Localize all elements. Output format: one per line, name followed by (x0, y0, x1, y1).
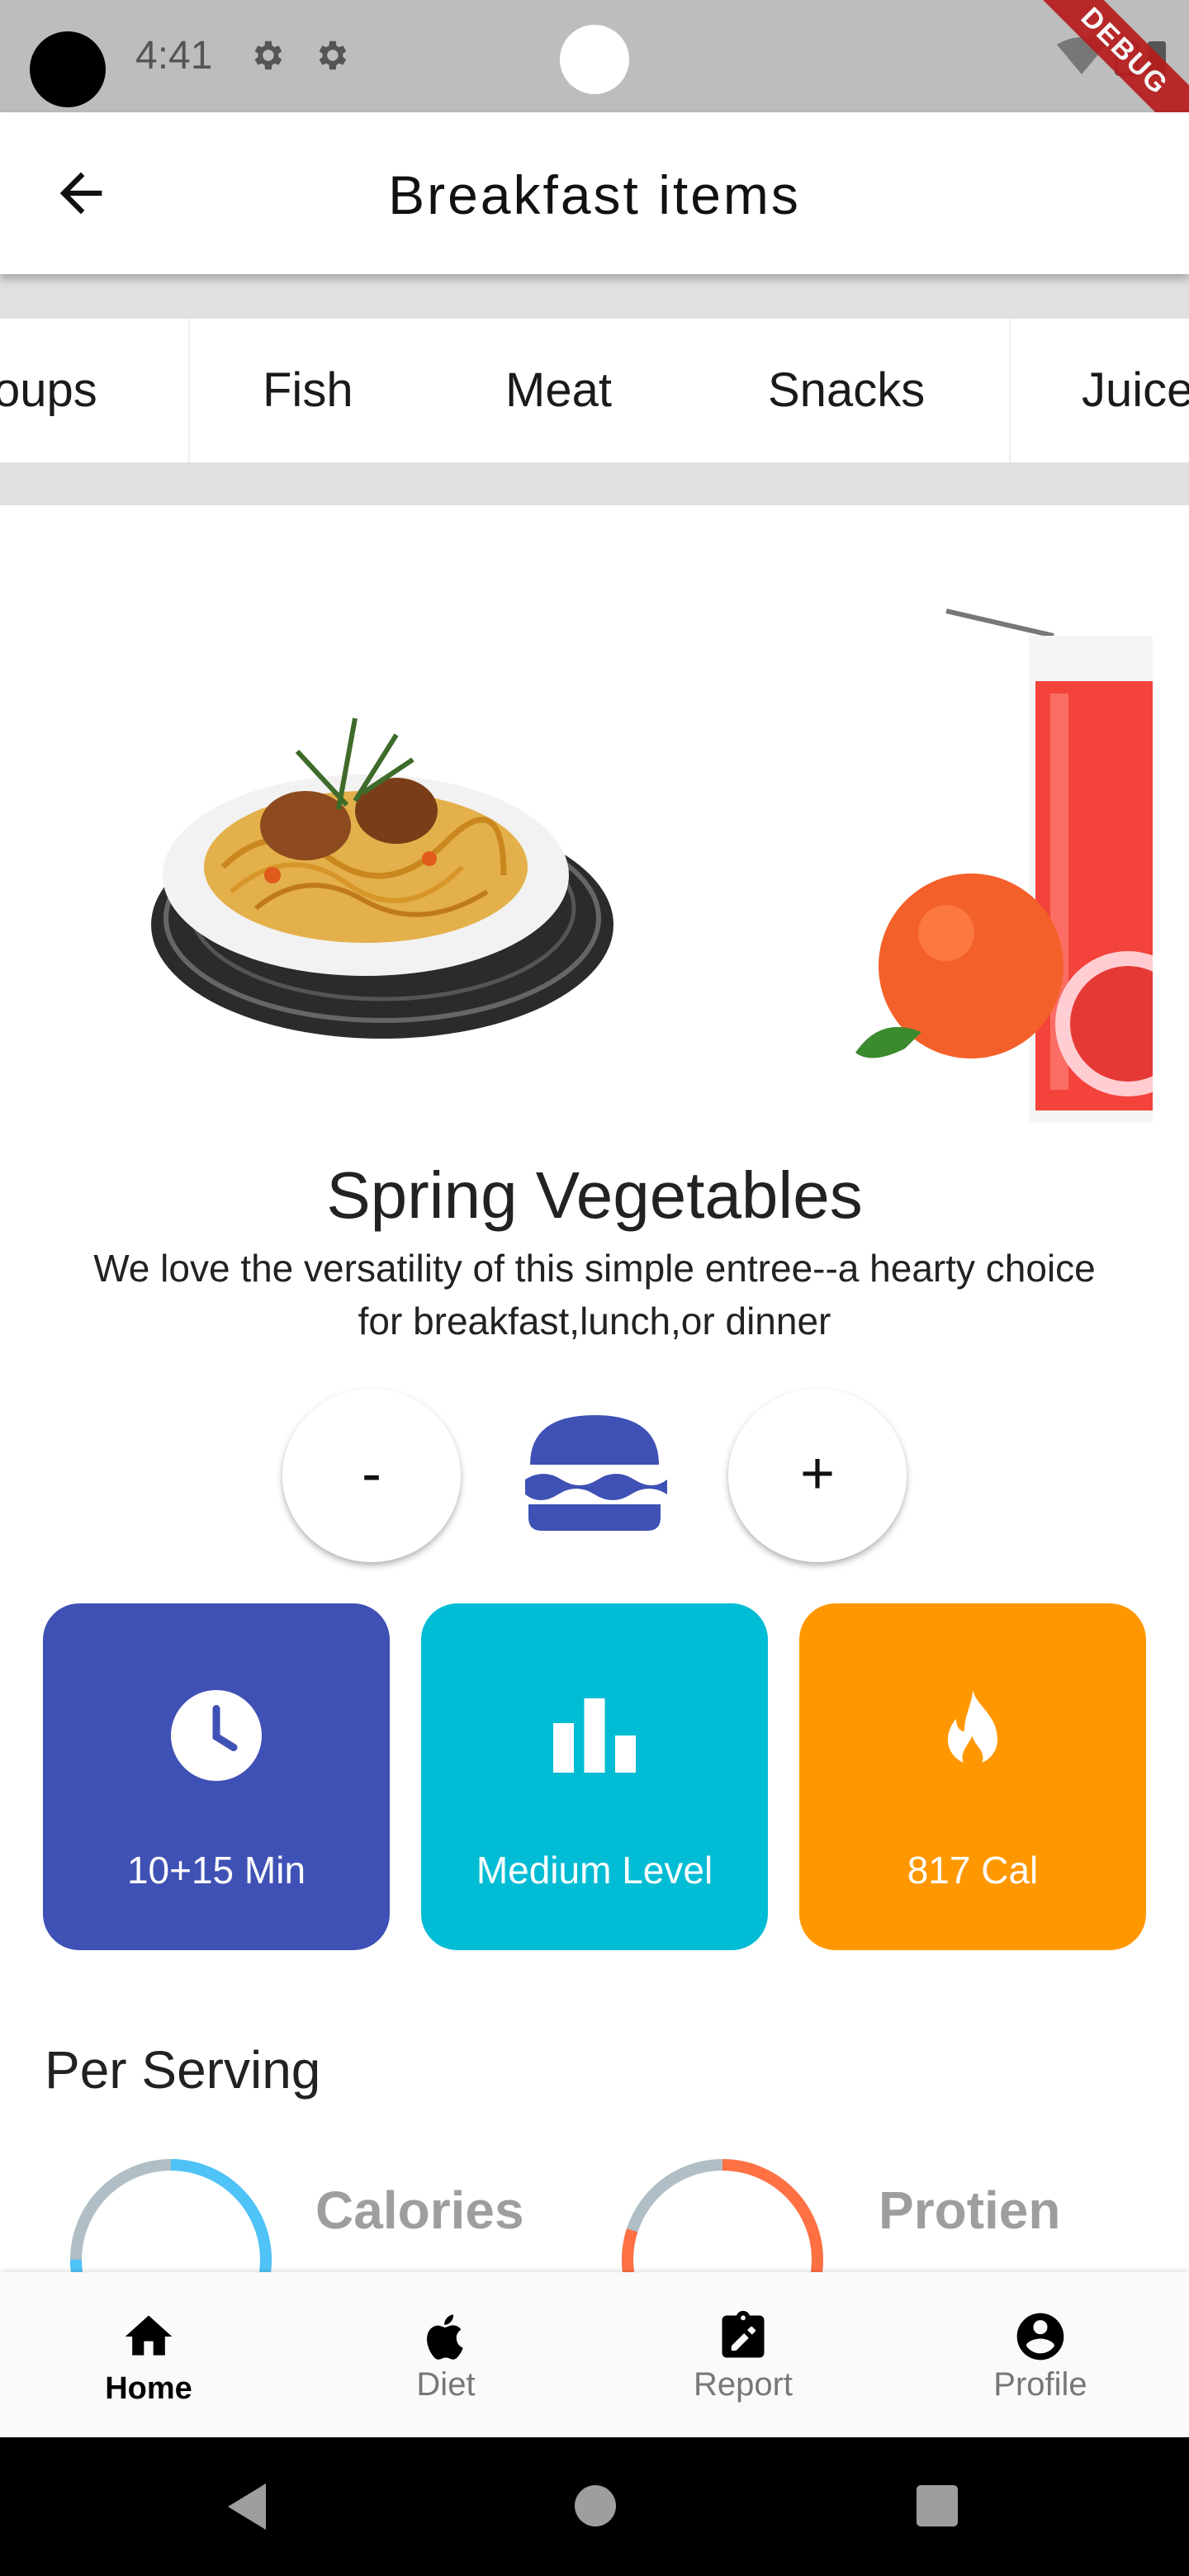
tab-fish[interactable]: Fish (263, 319, 353, 462)
home-icon (125, 2315, 173, 2356)
increase-quantity-button[interactable]: + (728, 1389, 907, 1562)
nav-profile-label: Profile (993, 2366, 1087, 2403)
nav-report-label: Report (693, 2366, 793, 2403)
category-tabs: oups Fish Meat Snacks Juice (0, 319, 1189, 462)
status-time: 4:41 (135, 34, 213, 78)
calories-label: 817 Cal (907, 1849, 1039, 1892)
nav-profile[interactable]: Profile (892, 2272, 1189, 2437)
difficulty-card[interactable]: Medium Level (421, 1603, 768, 1950)
tab-juice[interactable]: Juice (1082, 319, 1189, 462)
system-recents-icon[interactable] (915, 2484, 959, 2528)
nav-home-label: Home (105, 2371, 192, 2406)
fire-icon (948, 1690, 997, 1769)
bottom-navigation: Home Diet Report Profile (0, 2272, 1189, 2437)
settings-gear-icon (254, 40, 282, 70)
nav-diet-label: Diet (416, 2366, 476, 2403)
apple-icon (427, 2314, 463, 2360)
tab-meat[interactable]: Meat (505, 319, 612, 462)
tab-snacks[interactable]: Snacks (768, 319, 925, 462)
system-navigation-bar (0, 2437, 1189, 2576)
account-circle-icon (1016, 2313, 1064, 2361)
clock-icon (171, 1690, 262, 1781)
calories-card[interactable]: 817 Cal (799, 1603, 1146, 1950)
food-title: Spring Vegetables (326, 1158, 863, 1232)
tab-divider (188, 319, 190, 462)
food-description: We love the versatility of this simple e… (93, 1247, 1096, 1342)
spaghetti-plate-image[interactable] (149, 702, 616, 1049)
prep-time-label: 10+15 Min (126, 1849, 306, 1892)
tab-divider (1009, 319, 1011, 462)
grapefruit-juice-image[interactable] (855, 603, 1153, 1123)
protein-nutrient-label: Protien (879, 2181, 1061, 2240)
bar-chart-icon (553, 1698, 636, 1773)
settings-gear-icon (319, 40, 347, 70)
decrease-quantity-button[interactable]: - (282, 1389, 461, 1562)
system-home-icon[interactable] (573, 2484, 618, 2528)
status-center-dot (560, 25, 629, 94)
calories-nutrient-label: Calories (315, 2181, 524, 2240)
difficulty-label: Medium Level (476, 1849, 713, 1892)
tab-soups[interactable]: oups (0, 319, 97, 462)
per-serving-title: Per Serving (45, 2040, 321, 2100)
burger-icon (525, 1415, 667, 1531)
app-bar: Breakfast items (0, 112, 1189, 274)
nav-home[interactable]: Home (0, 2272, 297, 2437)
clipboard-edit-icon (722, 2310, 765, 2358)
nav-report[interactable]: Report (594, 2272, 892, 2437)
status-bar: 4:41 DEBUG (0, 0, 1189, 154)
page-title: Breakfast items (388, 164, 801, 225)
prep-time-card[interactable]: 10+15 Min (43, 1603, 390, 1950)
camera-cutout (30, 31, 106, 107)
nav-diet[interactable]: Diet (297, 2272, 594, 2437)
system-back-icon[interactable] (223, 2480, 272, 2533)
